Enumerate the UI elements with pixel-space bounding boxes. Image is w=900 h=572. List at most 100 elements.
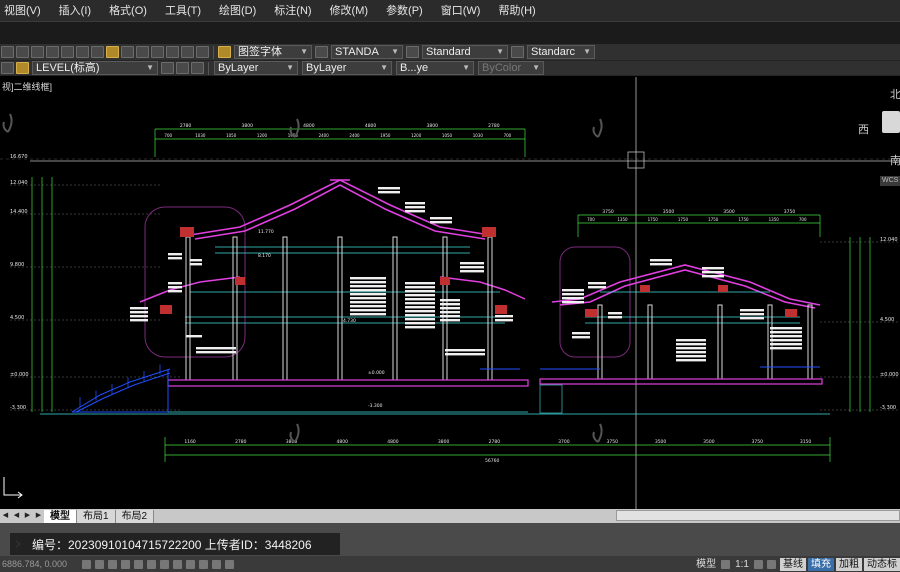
snap-icon[interactable] (82, 559, 91, 569)
menu-item-6[interactable]: 修改(M) (321, 0, 378, 22)
plotstyle-dropdown[interactable]: ByColor ▼ (478, 61, 544, 75)
viewcube-south[interactable]: 南 (890, 152, 900, 168)
redo-icon[interactable] (31, 46, 44, 58)
dim-label: 4800 (387, 439, 399, 445)
dim-label: 1950 (380, 133, 391, 138)
multileader-style-value: Standarc (531, 46, 576, 58)
sc-icon[interactable] (225, 559, 234, 569)
workspace-icon[interactable] (767, 559, 776, 569)
drawing-canvas[interactable]: 视]二维线框] 2780 3800 4800 4800 3800 2780 700 1030… (0, 77, 900, 509)
menu-item-7[interactable]: 参数(P) (377, 0, 432, 22)
osnap-icon[interactable] (134, 559, 143, 569)
lineweight-dropdown[interactable]: B...ye ▼ (396, 61, 474, 75)
first-tab-icon[interactable]: ◀ (1, 511, 10, 521)
table-style-dropdown[interactable]: Standard ▼ (422, 45, 508, 59)
grid-icon[interactable] (95, 559, 104, 569)
quick-view-icon[interactable] (721, 559, 731, 569)
zoom-previous-icon[interactable] (91, 46, 104, 58)
annotation-scale[interactable]: 1:1 (732, 558, 752, 571)
status-toggles: 基线 填充 加粗 动态标 (778, 557, 900, 571)
dim-label: 3750 (784, 209, 796, 215)
pan-icon[interactable] (46, 46, 59, 58)
otrack-icon[interactable] (147, 559, 156, 569)
annotation-text-line (405, 322, 435, 325)
elevation-label: ±0.000 (880, 372, 899, 378)
zoom-window-icon[interactable] (76, 46, 89, 58)
annotation-text-line (130, 311, 148, 314)
model-button[interactable]: 模型 (693, 558, 719, 571)
new-file-icon[interactable] (1, 46, 14, 58)
dim-style-icon[interactable] (315, 46, 328, 58)
layer-manager-icon[interactable] (1, 62, 14, 74)
layout-tab-0[interactable]: 模型 (44, 509, 77, 523)
properties-icon[interactable] (106, 46, 119, 58)
annotation-text-line (460, 270, 484, 273)
linetype-dropdown[interactable]: ByLayer ▼ (302, 61, 392, 75)
annotation-text-line (676, 359, 706, 362)
qp-icon[interactable] (212, 559, 221, 569)
layer-state-icon[interactable] (16, 62, 29, 74)
status-toggle-3[interactable]: 动态标 (864, 557, 900, 571)
menu-item-3[interactable]: 工具(T) (156, 0, 210, 22)
make-current-icon[interactable] (161, 62, 174, 74)
status-toggle-1[interactable]: 填充 (808, 557, 834, 571)
tool-palettes-icon[interactable] (136, 46, 149, 58)
next-tab-icon[interactable]: ▶ (23, 511, 32, 521)
undo-icon[interactable] (16, 46, 29, 58)
color-dropdown[interactable]: ByLayer ▼ (214, 61, 298, 75)
annotation-text-line (405, 318, 435, 321)
zoom-realtime-icon[interactable] (61, 46, 74, 58)
markup-icon[interactable] (166, 46, 179, 58)
viewcube-face[interactable] (882, 111, 900, 133)
annotation-text-line (190, 259, 202, 262)
menu-item-9[interactable]: 帮助(H) (489, 0, 544, 22)
ortho-icon[interactable] (108, 559, 117, 569)
menu-item-0[interactable]: 视图(V) (0, 0, 50, 22)
multileader-style-icon[interactable] (511, 46, 524, 58)
command-line[interactable]: 编号：20230910104715722200 上传者ID：3448206 (10, 533, 340, 555)
menu-item-8[interactable]: 窗口(W) (432, 0, 490, 22)
horizontal-scrollbar[interactable] (616, 510, 900, 521)
status-toggle-0[interactable]: 基线 (780, 557, 806, 571)
annotation-visibility-icon[interactable] (754, 559, 763, 569)
dim-chain-top-left (154, 128, 526, 157)
layout-tab-1[interactable]: 布局1 (77, 509, 116, 523)
viewport-label[interactable]: 视]二维线框] (2, 80, 52, 93)
elevation-label: -3.300 (10, 405, 26, 411)
menu-item-2[interactable]: 格式(O) (100, 0, 156, 22)
text-style-dropdown[interactable]: 图签字体 ▼ (234, 45, 312, 59)
viewcube-north[interactable]: 北 (890, 86, 900, 102)
wcs-menu[interactable]: WCS (880, 176, 900, 186)
last-tab-icon[interactable]: ▶ (34, 511, 43, 521)
annotation-text-line (572, 332, 590, 335)
dyn-icon[interactable] (173, 559, 182, 569)
ducs-icon[interactable] (160, 559, 169, 569)
table-style-icon[interactable] (406, 46, 419, 58)
menu-item-5[interactable]: 标注(N) (265, 0, 320, 22)
menu-item-4[interactable]: 绘图(D) (210, 0, 265, 22)
design-center-icon[interactable] (121, 46, 134, 58)
annotation-text-line (740, 309, 764, 312)
layer-isolate-icon[interactable] (191, 62, 204, 74)
multileader-style-dropdown[interactable]: Standarc ▼ (527, 45, 595, 59)
column (807, 304, 813, 380)
menu-item-1[interactable]: 插入(I) (50, 0, 100, 22)
calculator-icon[interactable] (181, 46, 194, 58)
layer-dropdown[interactable]: LEVEL(标高) ▼ (32, 61, 158, 75)
elevation-scale-left (31, 177, 53, 412)
annotation-text-line (405, 306, 435, 309)
polar-icon[interactable] (121, 559, 130, 569)
tpy-icon[interactable] (199, 559, 208, 569)
layer-previous-icon[interactable] (176, 62, 189, 74)
lwt-icon[interactable] (186, 559, 195, 569)
layout-tab-2[interactable]: 布局2 (115, 509, 155, 523)
help-icon[interactable] (196, 46, 209, 58)
level-mark: 4.730 (343, 318, 356, 324)
sheet-set-icon[interactable] (151, 46, 164, 58)
viewcube-west[interactable]: 西 (858, 121, 869, 137)
prev-tab-icon[interactable]: ◀ (12, 511, 21, 521)
text-style-icon[interactable] (218, 46, 231, 58)
color-value: ByLayer (218, 62, 259, 74)
dim-style-dropdown[interactable]: STANDA ▼ (331, 45, 403, 59)
status-toggle-2[interactable]: 加粗 (836, 557, 862, 571)
